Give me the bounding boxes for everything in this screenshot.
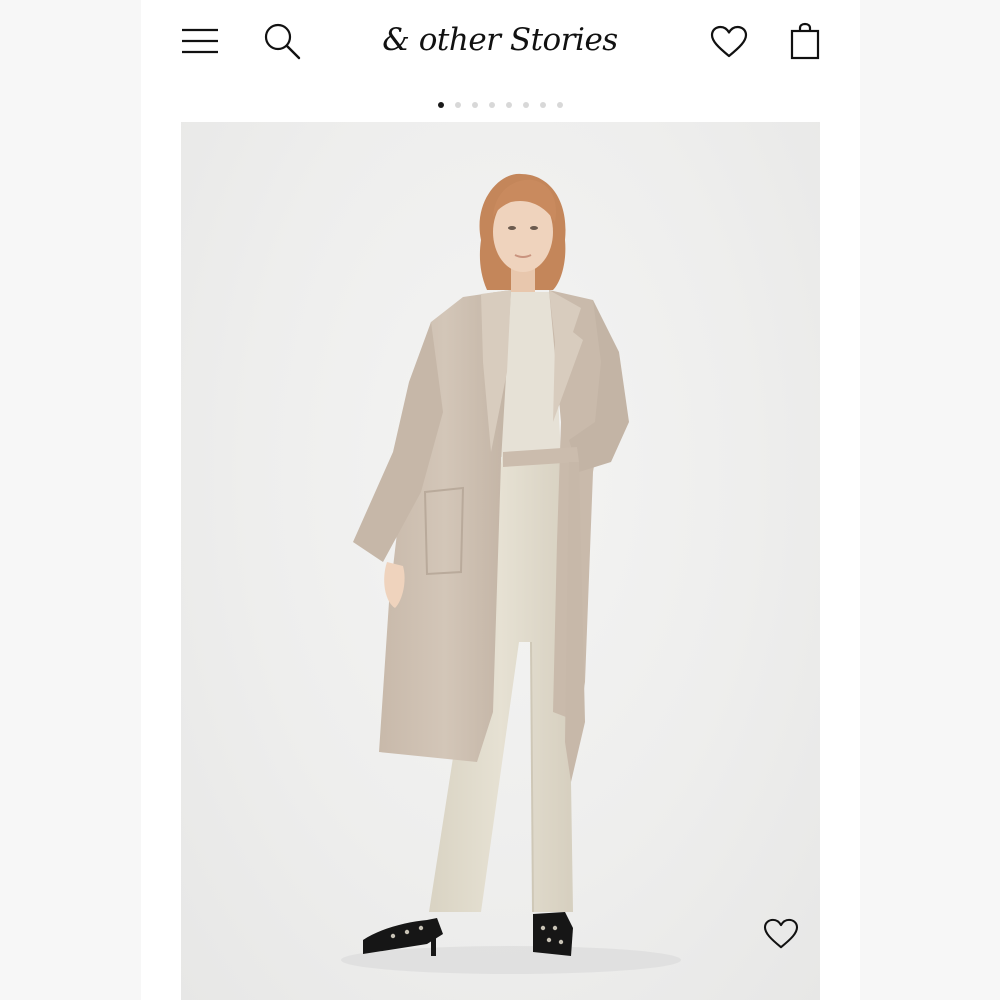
app-screen: & other Stories (141, 0, 860, 1000)
search-button[interactable] (259, 18, 305, 64)
menu-button[interactable] (177, 18, 223, 64)
brand-name: & other Stories (382, 22, 618, 58)
carousel-dot[interactable] (523, 102, 529, 108)
shopping-bag-icon (790, 22, 820, 60)
carousel-indicator (141, 99, 860, 111)
carousel-dot[interactable] (540, 102, 546, 108)
carousel-dot[interactable] (438, 102, 444, 108)
carousel-dot[interactable] (455, 102, 461, 108)
top-navigation-bar: & other Stories (141, 0, 860, 82)
carousel-dot[interactable] (506, 102, 512, 108)
wishlist-button[interactable] (707, 20, 751, 64)
carousel-dot[interactable] (472, 102, 478, 108)
hamburger-menu-icon (182, 28, 218, 54)
product-image[interactable] (181, 122, 820, 1000)
search-icon (264, 23, 301, 60)
model-photo (341, 173, 681, 974)
carousel-dot[interactable] (557, 102, 563, 108)
carousel-dot[interactable] (489, 102, 495, 108)
brand-logo[interactable]: & other Stories (382, 16, 618, 64)
add-to-wishlist-button[interactable] (759, 912, 803, 956)
heart-icon (710, 25, 748, 58)
heart-icon (763, 918, 799, 949)
shopping-bag-button[interactable] (783, 18, 827, 64)
